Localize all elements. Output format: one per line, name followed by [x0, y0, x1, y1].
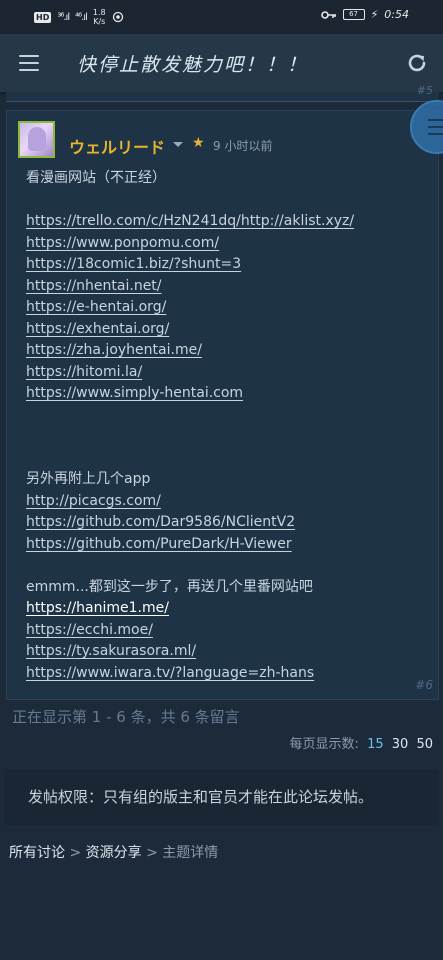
post-link-row: https://ty.sakurasora.ml/: [26, 641, 431, 663]
breadcrumb-all-discussions[interactable]: 所有讨论: [9, 845, 65, 861]
post-link-row: https://github.com/Dar9586/NClientV2: [26, 512, 431, 534]
post-link-row: https://www.ponpomu.com/: [26, 233, 431, 255]
post-link-row: https://www.iwara.tv/?language=zh-hans: [26, 663, 431, 685]
post-number: #6: [415, 678, 433, 692]
post-link[interactable]: https://www.iwara.tv/?language=zh-hans: [26, 665, 314, 681]
post-link-row: https://zha.joyhentai.me/: [26, 340, 431, 362]
refresh-icon[interactable]: [405, 51, 429, 75]
post-link[interactable]: https://trello.com/c/HzN241dq/http://akl…: [26, 213, 354, 229]
post-author[interactable]: ウェルリード: [69, 134, 165, 158]
previous-post-number: #5: [416, 84, 433, 97]
network-speed-value: 1.8: [92, 8, 106, 17]
post-link-row: https://github.com/PureDark/H-Viewer: [26, 534, 431, 556]
post-link-row: https://exhentai.org/: [26, 319, 431, 341]
breadcrumb-separator: >: [146, 845, 158, 861]
posting-permissions-notice: 发帖权限：只有组的版主和官员才能在此论坛发帖。: [4, 769, 439, 825]
post-link[interactable]: https://hitomi.la/: [26, 364, 142, 380]
status-bar: HD ³⁶.ıl ⁴⁶.ıl 1.8 K/s 67 ⚡ 0:54: [0, 0, 443, 34]
post-link[interactable]: https://ty.sakurasora.ml/: [26, 643, 196, 659]
post-text-line: emmm...都到这一步了，再送几个里番网站吧: [26, 578, 313, 595]
post-link-row: https://hitomi.la/: [26, 362, 431, 384]
app-header: 快停止散发魅力吧！！！: [0, 34, 443, 92]
post-link[interactable]: https://github.com/PureDark/H-Viewer: [26, 536, 292, 552]
post-link-row: https://18comic1.biz/?shunt=3: [26, 254, 431, 276]
post-link-row: https://nhentai.net/: [26, 276, 431, 298]
post-link[interactable]: https://nhentai.net/: [26, 278, 162, 294]
post-link-row: http://picacgs.com/: [26, 491, 431, 513]
post-link[interactable]: http://picacgs.com/: [26, 493, 161, 509]
star-icon: ★: [192, 135, 205, 151]
post-text-line: 另外再附上几个app: [26, 471, 151, 487]
post-link[interactable]: https://hanime1.me/: [26, 600, 169, 616]
per-page-option-30[interactable]: 30: [392, 737, 409, 752]
post-link-row: https://e-hentai.org/: [26, 297, 431, 319]
key-icon: [320, 10, 336, 19]
post-link-row: https://www.simply-hentai.com: [26, 383, 431, 405]
per-page-selector: 每页显示数: 15 30 50: [290, 733, 433, 752]
post-link[interactable]: https://zha.joyhentai.me/: [26, 342, 202, 358]
status-left: HD ³⁶.ıl ⁴⁶.ıl 1.8 K/s: [34, 8, 124, 26]
post-time: 9 小时以前: [213, 139, 273, 153]
forum-post: ウェルリード ★ 9 小时以前 看漫画网站（不正经） https://trello…: [6, 110, 439, 700]
charging-icon: ⚡: [370, 8, 379, 21]
post-link[interactable]: https://github.com/Dar9586/NClientV2: [26, 514, 295, 530]
post-link[interactable]: https://exhentai.org/: [26, 321, 169, 337]
menu-icon[interactable]: [19, 55, 39, 71]
hd-badge: HD: [34, 11, 52, 23]
network-speed: 1.8 K/s: [93, 8, 106, 26]
battery-icon: 67: [342, 9, 365, 20]
page-title: 快停止散发魅力吧！！！: [77, 54, 309, 76]
status-right: 67 ⚡ 0:54: [320, 8, 409, 21]
clock: 0:54: [384, 8, 409, 21]
post-link[interactable]: https://18comic1.biz/?shunt=3: [26, 256, 241, 272]
post-link-row: https://hanime1.me/: [26, 598, 431, 620]
post-link-row: https://ecchi.moe/: [26, 620, 431, 642]
breadcrumb-separator: >: [69, 845, 82, 861]
per-page-option-50[interactable]: 50: [416, 737, 433, 752]
post-link[interactable]: https://www.ponpomu.com/: [26, 235, 219, 251]
author-dropdown-icon[interactable]: [173, 142, 183, 147]
post-link[interactable]: https://www.simply-hentai.com: [26, 385, 243, 401]
signal-icon-2: ⁴⁶.ıl: [75, 11, 88, 23]
post-text-line: 看漫画网站（不正经）: [26, 170, 166, 186]
post-link-row: https://trello.com/c/HzN241dq/http://akl…: [26, 211, 431, 233]
notification-icon: [112, 11, 123, 23]
per-page-option-15[interactable]: 15: [367, 737, 384, 752]
signal-icon: ³⁶.ıl: [57, 11, 70, 23]
breadcrumb: 所有讨论 > 资源分享 > 主题详情: [9, 842, 218, 862]
avatar[interactable]: [18, 121, 55, 158]
network-speed-unit: K/s: [93, 17, 106, 26]
showing-count: 正在显示第 1 - 6 条，共 6 条留言: [12, 708, 240, 726]
per-page-label: 每页显示数:: [289, 737, 359, 752]
previous-post: #5: [6, 84, 439, 102]
post-link[interactable]: https://e-hentai.org/: [26, 299, 166, 315]
post-body: 看漫画网站（不正经） https://trello.com/c/HzN241dq/…: [26, 168, 431, 684]
breadcrumb-resource-sharing[interactable]: 资源分享: [86, 845, 142, 861]
breadcrumb-topic-details: 主题详情: [162, 845, 219, 861]
post-link[interactable]: https://ecchi.moe/: [26, 622, 153, 638]
